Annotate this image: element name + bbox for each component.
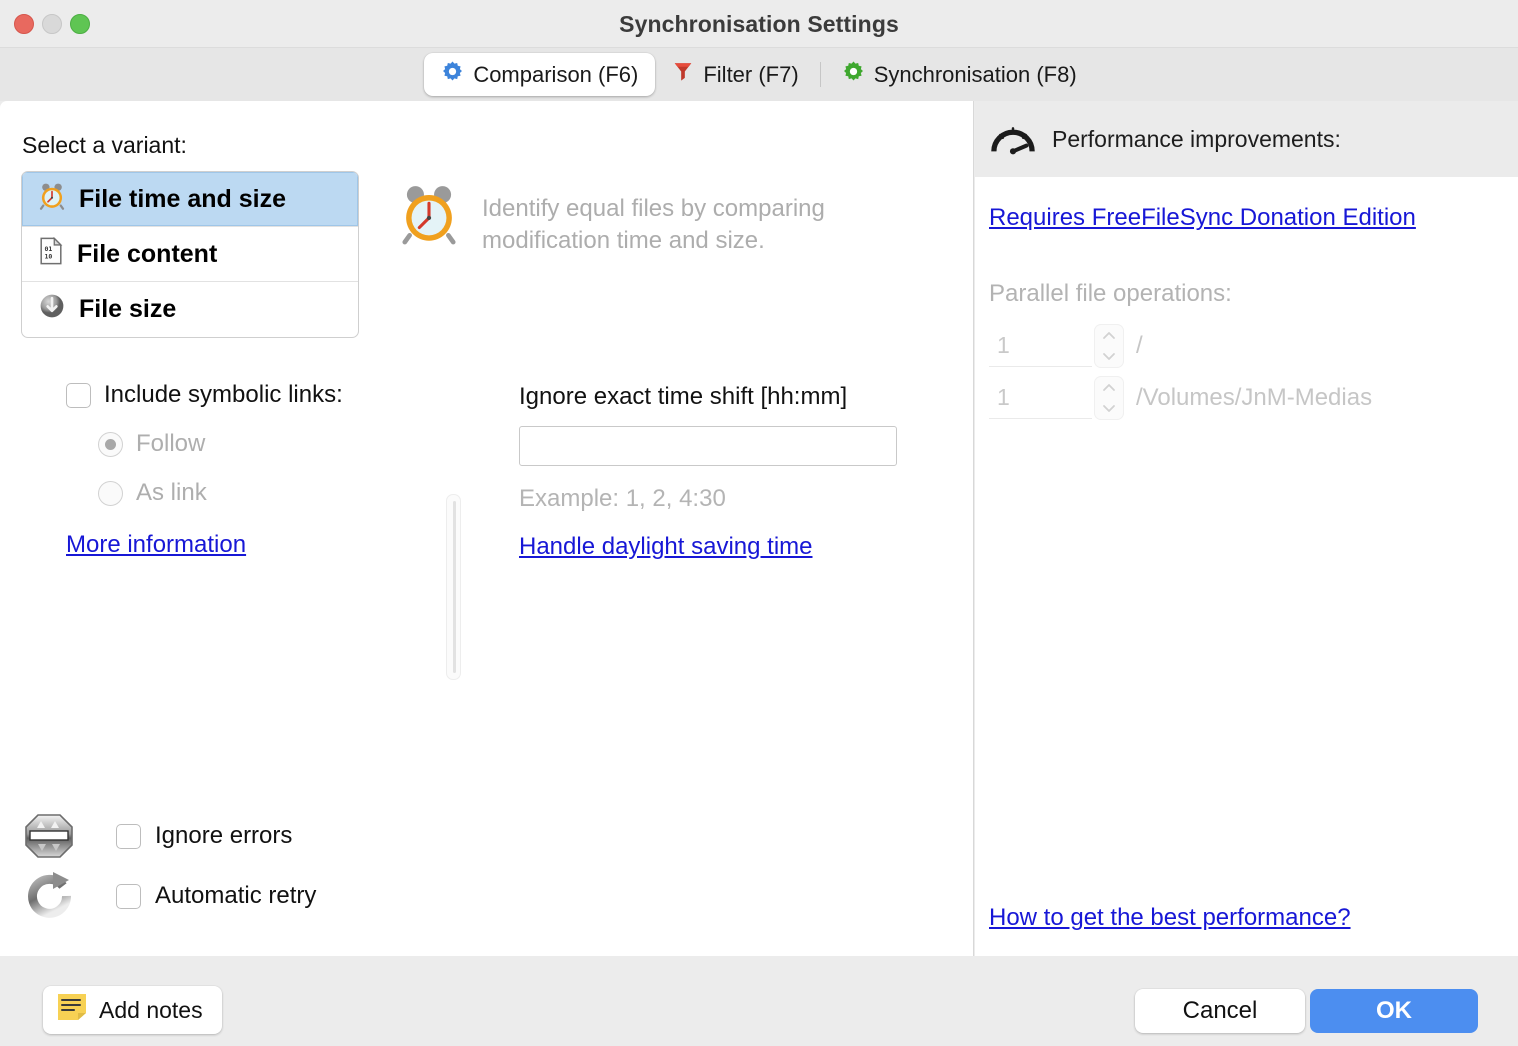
donation-edition-link[interactable]: Requires FreeFileSync Donation Edition [989,204,1416,232]
tab-separator [819,62,821,87]
chevron-down-icon [1103,405,1115,412]
time-shift-label: Ignore exact time shift [hh:mm] [519,383,848,410]
time-shift-group: Ignore exact time shift [hh:mm] Example:… [519,383,919,561]
ok-button[interactable]: OK [1310,989,1478,1033]
chevron-up-icon [1103,332,1115,339]
chevron-up-icon [1103,384,1115,391]
parallel-left-stepper[interactable] [1095,325,1123,367]
performance-panel: Performance improvements: Requires FreeF… [975,101,1518,956]
parallel-left-suffix: / [1136,332,1143,359]
follow-radio[interactable] [98,431,123,457]
cancel-button[interactable]: Cancel [1135,989,1305,1033]
green-gear-icon [842,60,865,89]
ignore-errors-checkbox[interactable] [116,823,141,849]
tab-bar: Comparison (F6) Filter (F7) Synchronisat… [0,48,1518,101]
select-variant-label: Select a variant: [22,132,187,158]
variant-description-text: Identify equal files by comparing modifi… [482,195,825,254]
time-shift-example: Example: 1, 2, 4:30 [519,485,726,512]
parallel-file-operations-label: Parallel file operations: [989,280,1232,307]
chevron-down-icon [1103,353,1115,360]
tab-synchronisation[interactable]: Synchronisation (F8) [825,53,1094,96]
tab-comparison-label: Comparison (F6) [473,61,639,87]
symlink-option-follow[interactable]: Follow [98,430,426,458]
dialog-footer: Add notes Cancel OK [0,956,1518,1046]
parallel-right-input[interactable] [989,377,1092,419]
settings-scrollbar[interactable] [446,494,461,680]
window-title: Synchronisation Settings [619,11,899,37]
variant-item-file-content[interactable]: 01 10 File content [22,227,358,282]
bottom-options-group: Ignore errors Automatic retry [22,806,316,926]
variant-list: File time and size 01 10 File content Fi… [21,171,359,338]
tab-strip: Comparison (F6) Filter (F7) Synchronisat… [424,53,1094,96]
time-shift-input[interactable] [519,426,897,466]
alarm-clock-icon [38,182,66,217]
variant-label-file-time-and-size: File time and size [79,184,287,213]
parallel-left-input[interactable] [989,325,1092,367]
retry-circle-icon [22,870,80,922]
handle-daylight-saving-time-link[interactable]: Handle daylight saving time [519,533,813,561]
as-link-label: As link [136,479,207,506]
parallel-right-suffix: /Volumes/JnM-Medias [1136,384,1373,411]
variant-label-file-content: File content [77,239,218,268]
stop-sign-icon [22,811,80,861]
red-funnel-icon [672,60,694,89]
variant-item-file-time-and-size[interactable]: File time and size [22,172,358,227]
include-symbolic-links-row[interactable]: Include symbolic links: [66,381,426,409]
tab-comparison[interactable]: Comparison (F6) [424,53,656,96]
parallel-right-stepper[interactable] [1095,377,1123,419]
ignore-errors-row[interactable]: Ignore errors [22,806,316,866]
variant-description-row: Identify equal files by comparing modifi… [398,183,918,256]
follow-label: Follow [136,430,206,457]
parallel-spinner-row-left: / [989,325,1143,367]
tab-filter-label: Filter (F7) [703,61,799,87]
yellow-note-icon [57,993,87,1027]
window-titlebar: Synchronisation Settings [0,0,1518,48]
automatic-retry-label: Automatic retry [155,882,317,909]
settings-content: Select a variant: File time and size 01 … [0,101,1518,956]
speedometer-icon [988,115,1038,164]
performance-header-label: Performance improvements: [1052,125,1341,152]
include-symbolic-links-label: Include symbolic links: [104,381,343,408]
more-information-link[interactable]: More information [66,531,246,559]
variant-label-file-size: File size [79,295,177,323]
best-performance-link[interactable]: How to get the best performance? [989,904,1351,932]
add-notes-label: Add notes [99,996,203,1023]
add-notes-button[interactable]: Add notes [43,986,222,1034]
binary-file-icon: 01 10 [38,236,64,272]
symbolic-links-group: Include symbolic links: Follow As link M… [66,381,426,559]
automatic-retry-row[interactable]: Automatic retry [22,866,316,926]
tab-filter[interactable]: Filter (F7) [655,53,815,96]
tab-synchronisation-label: Synchronisation (F8) [873,61,1077,87]
svg-text:10: 10 [44,252,52,260]
performance-header: Performance improvements: [975,101,1518,177]
size-sphere-icon [38,292,66,327]
as-link-radio[interactable] [98,480,123,506]
automatic-retry-checkbox[interactable] [116,883,141,909]
symlink-option-as-link[interactable]: As link [98,479,426,507]
ignore-errors-label: Ignore errors [155,822,293,849]
include-symbolic-links-checkbox[interactable] [66,382,91,408]
alarm-clock-icon [398,183,460,250]
blue-gear-icon [441,60,464,89]
performance-body: Requires FreeFileSync Donation Edition P… [975,177,1518,956]
variant-item-file-size[interactable]: File size [22,282,358,337]
comparison-panel: Select a variant: File time and size 01 … [0,101,974,956]
parallel-spinner-row-right: /Volumes/JnM-Medias [989,377,1372,419]
